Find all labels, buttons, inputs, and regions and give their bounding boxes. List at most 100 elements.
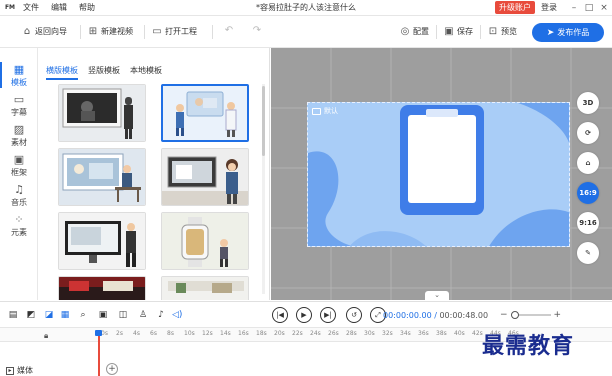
skip-to-start-button[interactable]: |◀ xyxy=(272,307,288,323)
zoom-out-icon[interactable]: − xyxy=(500,310,508,320)
sidebar-item-subtitle[interactable]: ▭ 字幕 xyxy=(0,94,38,118)
back-to-wizard-label: 返回向导 xyxy=(35,27,67,36)
ruler-tick: 2s xyxy=(116,330,123,337)
ruler-tick: 12s xyxy=(202,330,213,337)
rotate-button[interactable]: ⟳ xyxy=(577,122,599,144)
close-icon[interactable]: × xyxy=(598,2,610,14)
music-icon: ♫ xyxy=(14,183,24,196)
template-preview-image xyxy=(162,277,248,300)
panel-scrollbar-thumb[interactable] xyxy=(262,86,265,156)
canvas-area: 默认 ⌄ xyxy=(271,48,612,300)
audio-icon[interactable]: ◁) xyxy=(172,310,182,320)
split-icon[interactable]: ▣ xyxy=(98,310,108,320)
save-button[interactable]: ▣ 保存 xyxy=(444,26,473,37)
ruler-tick: 36s xyxy=(418,330,429,337)
dub-button[interactable]: ◎ 配置 xyxy=(400,26,429,37)
back-to-wizard-button[interactable]: ⌂ 返回向导 xyxy=(22,26,67,37)
publish-label: 发布作品 xyxy=(557,28,590,37)
template-thumbnail[interactable] xyxy=(58,148,146,206)
collapse-timeline-handle[interactable]: ⌄ xyxy=(425,291,449,300)
material-icon: ▨ xyxy=(13,123,25,136)
media-icon[interactable]: ▤ xyxy=(8,310,18,320)
title-bar-right: 升级账户 登录 – □ × xyxy=(495,1,610,14)
maximize-icon[interactable]: □ xyxy=(583,2,595,14)
canvas-right-tools: 3D ⟳ ⌂ 16:9 9:16 ✎ xyxy=(577,92,601,272)
tab-vertical-template[interactable]: 竖版模板 xyxy=(88,65,120,80)
left-sidebar: ▦ 模板 ▭ 字幕 ▨ 素材 ▣ 框架 ♫ 音乐 ⁘ 元素 xyxy=(0,48,38,300)
mask-icon[interactable]: ▦ xyxy=(60,310,70,320)
preview-button[interactable]: ⊡ 预览 xyxy=(488,26,517,37)
template-thumbnail[interactable] xyxy=(161,148,249,206)
lock-button[interactable]: ⌂ xyxy=(577,152,599,174)
play-button[interactable]: ▶ xyxy=(296,307,312,323)
ruler-tick: 34s xyxy=(400,330,411,337)
add-track-item-button[interactable]: + xyxy=(106,363,118,375)
preview-label: 预览 xyxy=(501,27,517,36)
title-bar: FM 文件 编辑 帮助 *容易拉肚子的人该注意什么 升级账户 登录 – □ × xyxy=(0,0,612,16)
preview-icon: ⊡ xyxy=(488,25,498,37)
aspect-16-9-button[interactable]: 16:9 xyxy=(577,182,599,204)
sidebar-item-label: 音乐 xyxy=(11,198,27,207)
sidebar-item-template[interactable]: ▦ 模板 xyxy=(0,64,38,88)
ruler-tick: 24s xyxy=(310,330,321,337)
template-thumbnail[interactable] xyxy=(161,212,249,270)
template-thumbnail-selected[interactable] xyxy=(161,84,249,142)
current-time: 00:00:00.00 xyxy=(383,311,432,320)
time-separator: / xyxy=(434,311,437,320)
login-link[interactable]: 登录 xyxy=(541,2,557,13)
open-project-button[interactable]: ▭ 打开工程 xyxy=(152,26,197,37)
menu-edit[interactable]: 编辑 xyxy=(51,2,67,13)
zoom-slider[interactable] xyxy=(510,311,551,319)
character-icon[interactable]: ♙ xyxy=(138,310,148,320)
upgrade-account-button[interactable]: 升级账户 xyxy=(495,1,535,14)
new-video-button[interactable]: ⊞ 新建视频 xyxy=(88,26,133,37)
track-header-media[interactable]: ▸ 媒体 xyxy=(6,365,33,376)
skip-to-end-button[interactable]: ▶| xyxy=(320,307,336,323)
clipboard-device-element[interactable] xyxy=(400,105,484,215)
edit-pen-button[interactable]: ✎ xyxy=(577,242,599,264)
track-lock-icon[interactable]: 🔒︎ xyxy=(44,331,48,341)
undo-button[interactable]: ↶ xyxy=(224,26,237,36)
replace-icon[interactable]: ◫ xyxy=(118,310,128,320)
zoom-slider-knob[interactable] xyxy=(510,311,519,319)
aspect-9-16-button[interactable]: 9:16 xyxy=(577,212,599,234)
sidebar-item-frame[interactable]: ▣ 框架 xyxy=(0,154,38,178)
menu-help[interactable]: 帮助 xyxy=(79,2,95,13)
sidebar-item-element[interactable]: ⁘ 元素 xyxy=(0,214,38,238)
crop-icon[interactable]: ◩ xyxy=(26,310,36,320)
template-thumbnail[interactable] xyxy=(161,276,249,300)
dub-label: 配置 xyxy=(413,27,429,36)
template-thumbnail[interactable] xyxy=(58,212,146,270)
template-thumbnail[interactable] xyxy=(58,276,146,300)
scene-name: 默认 xyxy=(324,107,338,115)
track-label: 媒体 xyxy=(17,366,33,375)
playhead-handle[interactable] xyxy=(95,330,102,336)
transition-icon[interactable]: ◪ xyxy=(44,310,54,320)
sidebar-item-music[interactable]: ♫ 音乐 xyxy=(0,184,38,208)
microphone-icon[interactable]: ♪ xyxy=(156,310,166,320)
sidebar-item-label: 素材 xyxy=(11,138,27,147)
zoom-effect-icon[interactable]: ⌕ xyxy=(78,310,88,320)
toolbar-divider xyxy=(80,25,81,39)
playhead-line[interactable] xyxy=(98,330,100,376)
redo-icon: ↷ xyxy=(252,25,262,36)
zoom-in-icon[interactable]: + xyxy=(554,310,562,320)
template-icon: ▦ xyxy=(13,63,25,76)
menu-file[interactable]: 文件 xyxy=(23,2,39,13)
ruler-tick: 10s xyxy=(184,330,195,337)
redo-button[interactable]: ↷ xyxy=(252,26,265,36)
template-thumbnail[interactable] xyxy=(58,84,146,142)
frame-icon: ▣ xyxy=(13,153,25,166)
minimize-icon[interactable]: – xyxy=(568,2,580,14)
canvas-scene-label: 默认 xyxy=(312,106,338,116)
3d-toggle-button[interactable]: 3D xyxy=(577,92,599,114)
sidebar-item-label: 元素 xyxy=(11,228,27,237)
publish-button[interactable]: ➤ 发布作品 xyxy=(532,23,604,42)
tab-horizontal-template[interactable]: 横版模板 xyxy=(46,65,78,80)
sidebar-item-material[interactable]: ▨ 素材 xyxy=(0,124,38,148)
video-canvas[interactable]: 默认 xyxy=(307,102,570,247)
ruler-tick: 28s xyxy=(346,330,357,337)
loop-button[interactable]: ↺ xyxy=(346,307,362,323)
tab-local-template[interactable]: 本地模板 xyxy=(130,65,162,80)
ruler-tick: 20s xyxy=(274,330,285,337)
